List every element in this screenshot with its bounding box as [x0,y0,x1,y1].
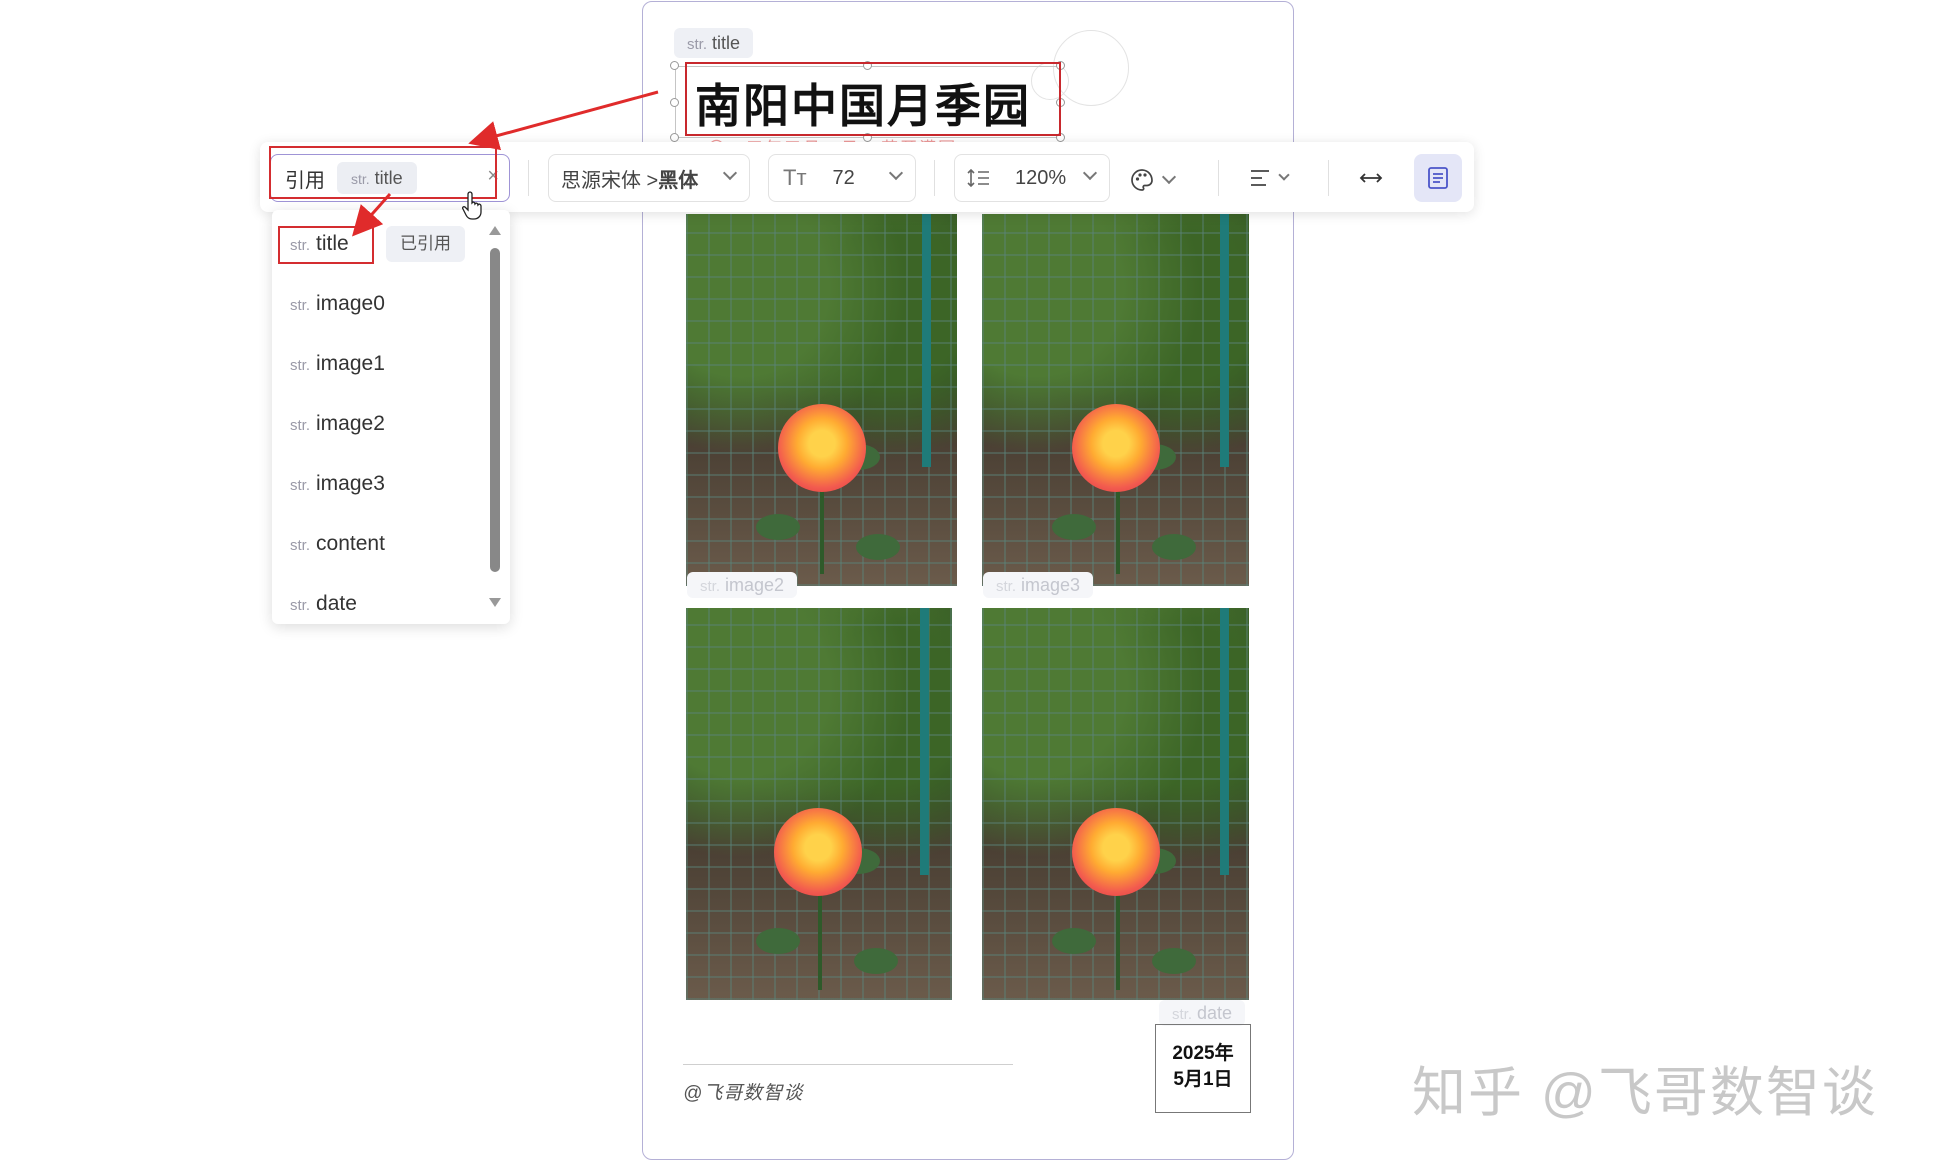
title-variable-tag: str. title [674,28,754,58]
caption-divider [683,1064,1013,1065]
image2-variable-tag: str. image2 [687,572,798,598]
poster-title[interactable]: 南阳中国月季园 [695,70,1031,136]
dropdown-item-image3[interactable]: str. image3 [290,472,385,496]
color-picker-button[interactable] [1130,168,1177,192]
used-badge: 已引用 [386,226,465,262]
text-panel-icon [1427,166,1449,190]
chevron-down-icon [1082,165,1098,181]
font-weight-label: 黑体 [658,169,699,192]
line-height-value: 120% [1015,166,1067,189]
date-line-1: 2025年 [1172,1043,1234,1064]
hand-cursor-icon [461,190,486,225]
photo-image0[interactable] [686,214,957,586]
dropdown-item-content[interactable]: str. content [290,532,385,556]
reference-dropdown: str. title 已引用 str. image0 str. image1 str.… [272,210,510,624]
rose-bloom [778,404,866,492]
watermark: 知乎 @飞哥数智谈 [1412,1063,1878,1123]
palette-icon [1130,168,1154,192]
scroll-down-icon[interactable] [489,598,501,607]
dropdown-item-date[interactable]: str. date [290,592,357,616]
chevron-down-icon [722,165,738,181]
toolbar-divider [1328,160,1329,196]
rose-bloom [1072,808,1160,896]
text-panel-button[interactable] [1414,154,1462,202]
resize-handle[interactable] [670,133,679,142]
align-icon [1248,166,1272,190]
title-highlight-box: 南阳中国月季园 [685,62,1061,136]
toolbar-divider [934,160,935,196]
align-button[interactable] [1248,166,1290,190]
chevron-down-icon [1161,169,1177,185]
date-line-2: 5月1日 [1173,1069,1233,1090]
photo-image3[interactable] [982,608,1249,1000]
poster-caption[interactable]: @飞哥数智谈 [683,1078,803,1105]
image3-variable-tag: str. image3 [983,572,1094,598]
font-size-icon: Tт [783,165,807,190]
font-size-select[interactable]: Tт 72 [768,154,916,202]
photo-image1[interactable] [982,214,1249,586]
resize-handle[interactable] [670,98,679,107]
letter-spacing-icon [1358,166,1384,190]
font-family-select[interactable]: 思源宋体 > 黑体 [548,154,750,202]
dropdown-item-image0[interactable]: str. image0 [290,292,385,316]
toolbar-divider [528,160,529,196]
line-height-select[interactable]: 120% [954,154,1110,202]
date-box[interactable]: 2025年 5月1日 [1155,1024,1251,1113]
date-variable-tag: str. date [1159,1000,1246,1026]
rose-bloom [1072,404,1160,492]
font-size-value: 72 [832,166,855,189]
dropdown-item-title[interactable]: str. title [290,232,349,256]
chevron-down-icon [1278,169,1290,181]
toolbar-divider [1218,160,1219,196]
scrollbar-thumb[interactable] [490,248,500,572]
scroll-up-icon[interactable] [489,226,501,235]
resize-handle[interactable] [670,61,679,70]
photo-image2[interactable] [686,608,952,1000]
line-height-icon [967,166,991,190]
chevron-down-icon [888,165,904,181]
letter-spacing-button[interactable] [1358,166,1384,195]
arrow-to-reference [468,90,659,151]
dropdown-item-image2[interactable]: str. image2 [290,412,385,436]
scrollbar[interactable] [490,248,500,584]
rose-bloom [774,808,862,896]
font-family-label: 思源宋体 > [561,169,659,192]
dropdown-item-image1[interactable]: str. image1 [290,352,385,376]
